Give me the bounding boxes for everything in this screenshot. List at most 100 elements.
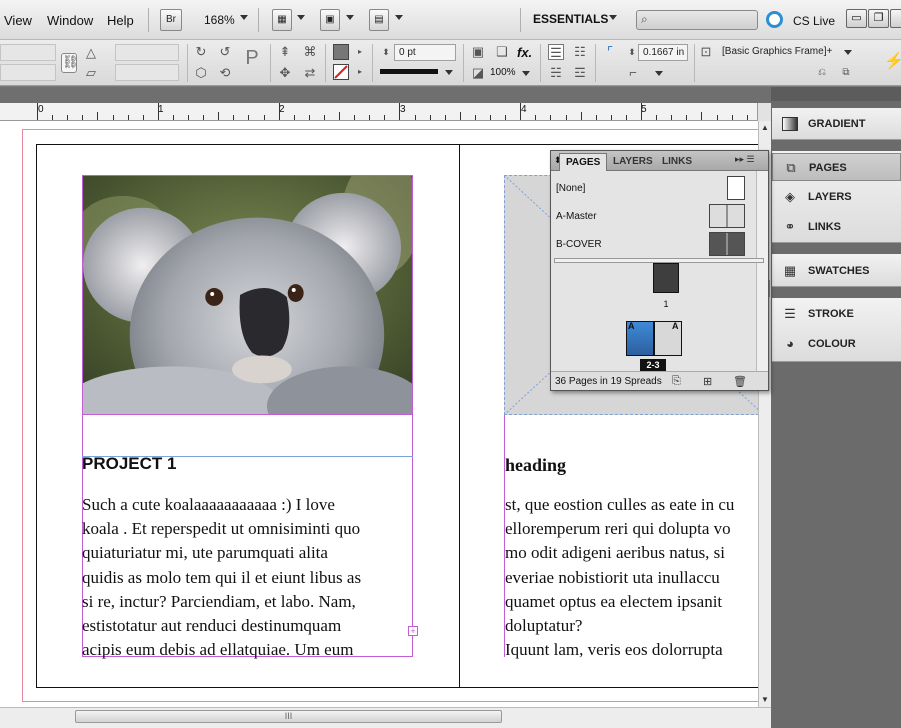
cs-live-button[interactable]: CS Live <box>793 14 835 28</box>
tab-pages[interactable]: PAGES <box>559 153 608 171</box>
panel-menu-icon[interactable]: ⚡ <box>884 54 901 70</box>
dock-item-pages[interactable]: ⧉ PAGES <box>772 153 901 181</box>
opacity-dropdown-icon[interactable] <box>522 71 530 76</box>
master-row-a[interactable]: A-Master <box>555 203 745 231</box>
horizontal-ruler[interactable]: 0 1 2 3 4 5 <box>0 103 758 121</box>
ruler-tick <box>399 103 401 120</box>
menu-window[interactable]: Window <box>47 13 93 28</box>
corner-size-field[interactable]: 0.1667 in <box>638 44 688 61</box>
x-position-field[interactable] <box>0 44 56 61</box>
bridge-button[interactable]: Br <box>160 9 182 31</box>
select-container-icon[interactable]: ⇞ <box>277 44 293 60</box>
select-next-icon[interactable]: ⇄ <box>302 65 318 81</box>
dock-item-gradient[interactable]: GRADIENT <box>772 110 901 138</box>
text-wrap-shape-icon[interactable]: ☵ <box>548 65 564 81</box>
dock-item-links[interactable]: ⚭ LINKS <box>772 213 901 241</box>
view-options-dropdown-icon[interactable] <box>297 15 305 20</box>
workspace-dropdown-icon[interactable] <box>609 15 617 20</box>
left-body-text[interactable]: Such a cute koalaaaaaaaaaaa :) I love ko… <box>82 493 418 662</box>
text-wrap-jump-icon[interactable]: ☲ <box>572 65 588 81</box>
cs-live-icon[interactable] <box>766 11 783 28</box>
horizontal-scroll-thumb[interactable]: III <box>75 710 502 723</box>
stroke-weight-field[interactable]: 0 pt <box>394 44 456 61</box>
koala-image-frame[interactable] <box>82 175 413 415</box>
right-heading[interactable]: heading <box>505 455 566 476</box>
arrange-dropdown-icon[interactable] <box>395 15 403 20</box>
effects-fx-button[interactable]: fx. <box>517 45 532 60</box>
menu-help[interactable]: Help <box>107 13 134 28</box>
corner-shape-dropdown-icon[interactable] <box>655 71 663 76</box>
flip-icon[interactable]: ⟲ <box>217 65 233 81</box>
workspace-switcher[interactable]: ESSENTIALS <box>533 12 608 26</box>
select-content-icon[interactable]: ⌘ <box>302 44 318 60</box>
constrain-proportions-icon[interactable]: ⛓ <box>61 53 79 73</box>
master-row-b[interactable]: B-COVER <box>555 231 745 259</box>
stroke-weight-stepper[interactable]: ⬍ <box>378 44 394 60</box>
text-wrap-bbox-icon[interactable]: ☷ <box>572 44 588 60</box>
master-row-none[interactable]: [None] <box>555 175 745 203</box>
scale-y-field[interactable] <box>115 64 179 81</box>
corner-shape-icon[interactable]: ⌐ <box>625 65 641 81</box>
stroke-type-sample[interactable] <box>380 69 438 74</box>
text-frame-p-icon[interactable]: P <box>240 48 264 76</box>
page-1-thumbnail[interactable] <box>653 263 679 293</box>
dock-grip[interactable] <box>771 87 901 101</box>
rotate-icon[interactable]: ↻ <box>193 44 209 60</box>
ruler-tick <box>520 103 522 120</box>
object-style-dropdown-icon[interactable] <box>844 50 852 55</box>
stroke-swatch[interactable] <box>333 64 349 80</box>
opacity-value[interactable]: 100% <box>490 67 516 78</box>
select-previous-icon[interactable]: ✥ <box>277 65 293 81</box>
search-input[interactable]: ⌕ <box>636 10 758 30</box>
restore-button[interactable]: ❐ <box>868 9 889 28</box>
fill-swatch[interactable] <box>333 44 349 60</box>
clear-overrides-icon[interactable]: ⎌ <box>814 65 830 81</box>
tab-links[interactable]: LINKS <box>656 153 698 171</box>
scroll-down-icon[interactable]: ▼ <box>759 695 771 704</box>
spread-spine <box>459 144 460 688</box>
minimize-button[interactable]: ▭ <box>846 9 867 28</box>
dock-item-layers[interactable]: ◈ LAYERS <box>772 183 901 211</box>
y-position-field[interactable] <box>0 64 56 81</box>
control-separator <box>270 44 271 82</box>
scroll-up-icon[interactable]: ▲ <box>759 123 771 132</box>
scale-x-field[interactable] <box>115 44 179 61</box>
shear-icon[interactable]: ⬡ <box>193 65 209 81</box>
new-style-icon[interactable]: ⧉ <box>838 65 854 81</box>
arrange-documents-icon[interactable]: ▤ <box>369 9 389 31</box>
screen-mode-dropdown-icon[interactable] <box>346 15 354 20</box>
dock-item-colour[interactable]: ◕ COLOUR <box>772 330 901 358</box>
fill-dropdown-icon[interactable]: ▸ <box>352 44 368 60</box>
menu-view[interactable]: View <box>4 13 32 28</box>
rotate-ccw-icon[interactable]: ↺ <box>217 44 233 60</box>
dock-item-swatches[interactable]: ▦ SWATCHES <box>772 257 901 285</box>
pages-panel[interactable]: ⬍ PAGES LAYERS LINKS ▸▸ ☰ [None] A-Maste… <box>550 150 769 391</box>
spread-2-3-label[interactable]: 2-3 <box>640 359 666 371</box>
panel-menu-icon[interactable]: ▸▸ ☰ <box>735 154 755 165</box>
dock-item-stroke[interactable]: ☰ STROKE <box>772 300 901 328</box>
screen-mode-icon[interactable]: ▣ <box>320 9 340 31</box>
close-button[interactable] <box>890 9 901 28</box>
zoom-level[interactable]: 168% <box>204 13 235 27</box>
edit-page-size-icon[interactable]: ⎘ <box>672 375 681 388</box>
control-panel: ⛓ △ ▱ ↻ ↺ ⬡ ⟲ P ⇞ ⌘ ✥ ⇄ ▸ ▸ ⬍ 0 pt ▣ ❑ f… <box>0 40 901 86</box>
tab-layers[interactable]: LAYERS <box>607 153 659 171</box>
new-page-icon[interactable]: ⊞ <box>703 375 712 388</box>
object-style-select[interactable]: [Basic Graphics Frame]+ <box>718 44 856 61</box>
stroke-dropdown-icon[interactable]: ▸ <box>352 64 368 80</box>
right-body-text[interactable]: st, que eostion culles as eate in cu ell… <box>505 493 734 662</box>
drop-shadow-icon[interactable]: ▣ <box>470 44 486 60</box>
shadow-toggle-icon[interactable]: ❑ <box>494 44 510 60</box>
project-heading[interactable]: PROJECT 1 <box>82 454 176 474</box>
text-overset-marker[interactable]: + <box>408 626 418 636</box>
zoom-dropdown-icon[interactable] <box>240 15 248 20</box>
corner-options-icon[interactable]: ⌜ <box>602 44 618 60</box>
stroke-type-dropdown-icon[interactable] <box>445 70 453 75</box>
delete-page-icon[interactable]: 🗑 <box>733 375 747 388</box>
pages-panel-scrollbar[interactable] <box>756 171 768 371</box>
control-separator <box>540 44 541 82</box>
ruler-tick <box>369 115 371 120</box>
ruler-tick <box>188 115 189 120</box>
text-wrap-none-icon[interactable]: ☰ <box>548 44 564 60</box>
view-options-icon[interactable]: ▦ <box>272 9 292 31</box>
